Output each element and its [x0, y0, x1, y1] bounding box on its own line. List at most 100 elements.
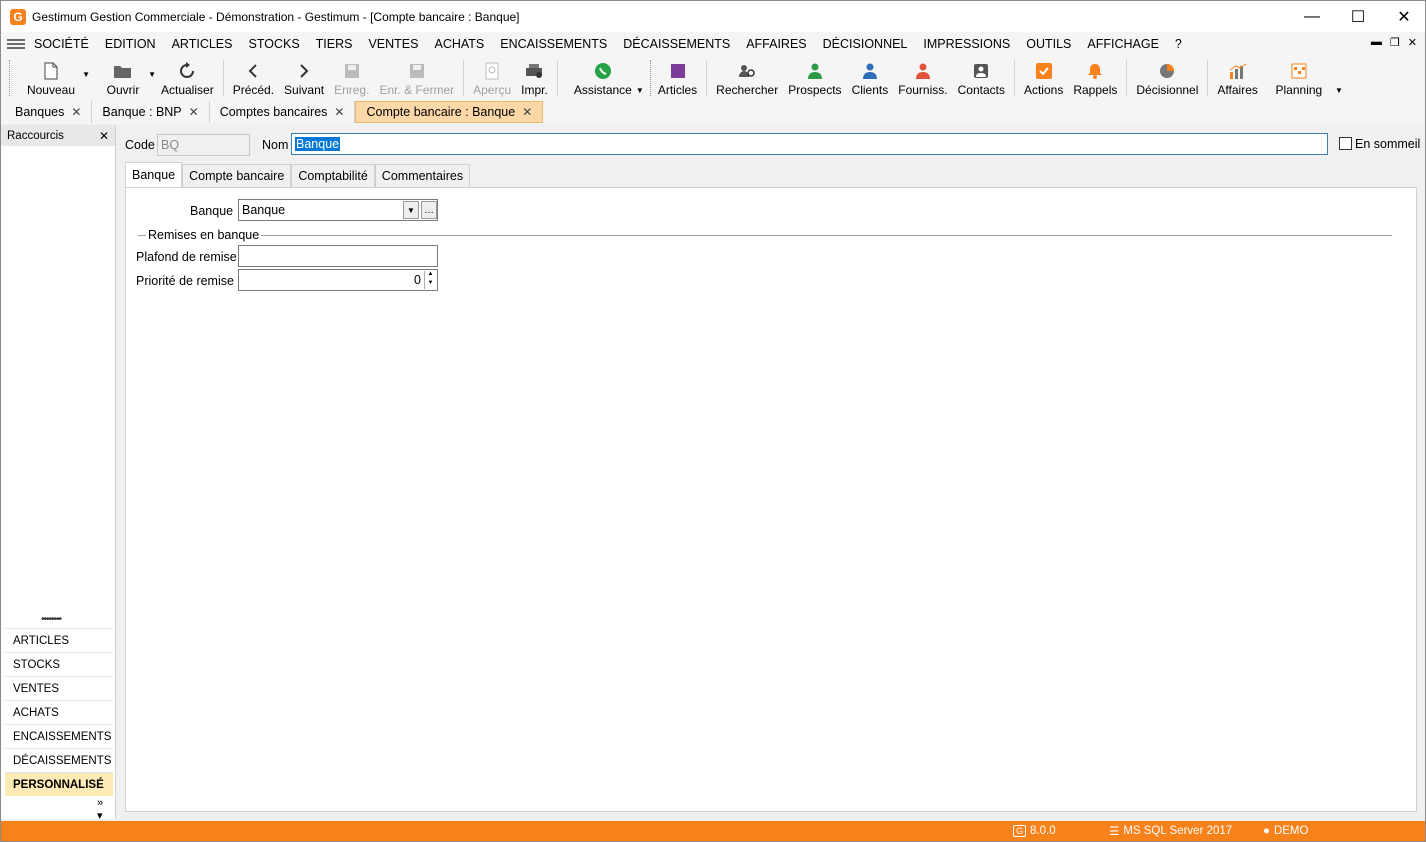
- status-version: G 8.0.0: [1013, 825, 1056, 837]
- nouveau-button[interactable]: Nouveau ▼: [12, 56, 90, 100]
- close-icon[interactable]: ✕: [522, 105, 532, 119]
- plafond-field[interactable]: [238, 245, 438, 267]
- ouvrir-dropdown-icon[interactable]: ▼: [148, 70, 156, 79]
- doc-tab-banques[interactable]: Banques ✕: [5, 101, 93, 123]
- mdi-minimize-button[interactable]: ▬: [1371, 36, 1382, 49]
- suivant-button[interactable]: Suivant: [279, 56, 329, 100]
- assistance-button[interactable]: Assistance ▼: [562, 56, 644, 100]
- menu-achats[interactable]: ACHATS: [434, 37, 484, 51]
- menu-help[interactable]: ?: [1175, 37, 1182, 51]
- apercu-button[interactable]: Aperçu: [468, 56, 516, 100]
- close-icon[interactable]: ✕: [334, 105, 344, 119]
- articles-label: Articles: [657, 83, 698, 97]
- menu-outils[interactable]: OUTILS: [1026, 37, 1071, 51]
- menu-ventes[interactable]: VENTES: [368, 37, 418, 51]
- rechercher-button[interactable]: Rechercher: [711, 56, 783, 100]
- chevron-double-right-icon[interactable]: » ▾: [97, 797, 103, 822]
- nouveau-dropdown-icon[interactable]: ▼: [82, 70, 90, 79]
- menu-decisionnel[interactable]: DÉCISIONNEL: [823, 37, 908, 51]
- nom-field[interactable]: Banque: [291, 133, 1328, 155]
- shortcut-ventes[interactable]: VENTES: [5, 676, 113, 700]
- banque-select-value: Banque: [242, 203, 286, 217]
- shortcut-achats[interactable]: ACHATS: [5, 700, 113, 724]
- menu-societe[interactable]: SOCIÉTÉ: [34, 37, 89, 51]
- status-bar: G 8.0.0 ☰ MS SQL Server 2017 ● DEMO: [1, 821, 1425, 841]
- doc-tab-compte-bancaire-banque[interactable]: Compte bancaire : Banque ✕: [355, 101, 544, 123]
- shortcuts-panel: Raccourcis ✕ •••••••• ARTICLES STOCKS VE…: [1, 125, 116, 822]
- menu-affaires[interactable]: AFFAIRES: [746, 37, 806, 51]
- clients-button[interactable]: Clients: [847, 56, 894, 100]
- toolbar-separator: [556, 60, 558, 96]
- toolbar-overflow-icon-2[interactable]: ▼: [1335, 86, 1343, 95]
- close-icon[interactable]: ✕: [189, 105, 199, 119]
- doc-tab-comptes-bancaires[interactable]: Comptes bancaires ✕: [210, 101, 356, 123]
- menu-impressions[interactable]: IMPRESSIONS: [923, 37, 1010, 51]
- planning-button[interactable]: Planning ▼: [1263, 56, 1343, 100]
- precedent-button[interactable]: Précéd.: [228, 56, 279, 100]
- stepper-up-icon[interactable]: ▲: [425, 271, 436, 280]
- ouvrir-button[interactable]: Ouvrir ▼: [90, 56, 156, 100]
- shortcut-personnalise[interactable]: PERSONNALISÉ: [5, 772, 113, 796]
- tab-commentaires[interactable]: Commentaires: [374, 164, 471, 187]
- new-document-icon: [43, 60, 59, 82]
- shortcut-encaissements[interactable]: ENCAISSEMENTS: [5, 724, 113, 748]
- doc-tab-banque-bnp[interactable]: Banque : BNP ✕: [92, 101, 210, 123]
- enregistrer-fermer-button[interactable]: Enr. & Fermer: [374, 56, 459, 100]
- doc-tab-label: Banque : BNP: [102, 105, 182, 119]
- prospects-button[interactable]: Prospects: [783, 56, 846, 100]
- splitter-handle[interactable]: ••••••••: [41, 614, 62, 625]
- toolbar-separator: [222, 60, 224, 96]
- actions-button[interactable]: Actions: [1019, 56, 1068, 100]
- menu-articles[interactable]: ARTICLES: [172, 37, 233, 51]
- priorite-stepper[interactable]: 0: [238, 269, 438, 291]
- menu-encaissements[interactable]: ENCAISSEMENTS: [500, 37, 607, 51]
- apercu-label: Aperçu: [473, 83, 512, 97]
- maximize-button[interactable]: ☐: [1335, 1, 1381, 32]
- mdi-close-button[interactable]: ✕: [1408, 36, 1417, 49]
- nom-label: Nom: [262, 138, 289, 152]
- stepper-down-icon[interactable]: ▼: [425, 280, 436, 289]
- shortcut-stocks[interactable]: STOCKS: [5, 652, 113, 676]
- menu-stocks[interactable]: STOCKS: [248, 37, 299, 51]
- affaires-button[interactable]: Affaires: [1212, 56, 1262, 100]
- toolbar-overflow-icon[interactable]: ▼: [636, 86, 644, 95]
- fournisseurs-button[interactable]: Fourniss.: [893, 56, 952, 100]
- status-server: ☰ MS SQL Server 2017: [1109, 824, 1232, 838]
- articles-button[interactable]: Articles: [653, 56, 702, 100]
- tab-banque[interactable]: Banque: [125, 162, 183, 187]
- shortcut-articles[interactable]: ARTICLES: [5, 628, 113, 652]
- actualiser-button[interactable]: Actualiser: [156, 56, 219, 100]
- code-field[interactable]: BQ: [157, 134, 250, 156]
- close-button[interactable]: ✕: [1381, 1, 1425, 32]
- ellipsis-button[interactable]: …: [421, 201, 437, 219]
- bell-icon: [1087, 60, 1103, 82]
- tab-compte-bancaire[interactable]: Compte bancaire: [182, 164, 292, 187]
- menu-affichage[interactable]: AFFICHAGE: [1087, 37, 1159, 51]
- tab-comptabilite[interactable]: Comptabilité: [291, 164, 375, 187]
- close-icon[interactable]: ✕: [99, 129, 109, 143]
- contacts-button[interactable]: Contacts: [953, 56, 1010, 100]
- supplier-person-icon: [915, 60, 930, 82]
- articles-icon: [670, 60, 685, 82]
- menu-edition[interactable]: EDITION: [105, 37, 156, 51]
- enregistrer-button[interactable]: Enreg.: [329, 56, 374, 100]
- minimize-button[interactable]: —: [1289, 1, 1335, 32]
- mdi-restore-button[interactable]: ❐: [1390, 36, 1400, 49]
- en-sommeil-checkbox[interactable]: [1339, 137, 1352, 150]
- actualiser-label: Actualiser: [161, 83, 214, 97]
- user-text: DEMO: [1273, 825, 1309, 837]
- rappels-button[interactable]: Rappels: [1068, 56, 1122, 100]
- imprimer-button[interactable]: Impr.: [516, 56, 553, 100]
- menu-decaissements[interactable]: DÉCAISSEMENTS: [623, 37, 730, 51]
- system-menu-icon[interactable]: [7, 39, 25, 49]
- shortcut-decaissements[interactable]: DÉCAISSEMENTS: [5, 748, 113, 772]
- menu-tiers[interactable]: TIERS: [316, 37, 353, 51]
- chevron-down-icon[interactable]: ▼: [403, 201, 419, 219]
- save-close-icon: [409, 60, 425, 82]
- imprimer-label: Impr.: [521, 83, 548, 97]
- decisionnel-button[interactable]: Décisionnel: [1131, 56, 1203, 100]
- toolbar-separator: [463, 60, 465, 96]
- close-icon[interactable]: ✕: [71, 105, 81, 119]
- prospect-person-icon: [807, 60, 822, 82]
- fournisseurs-label: Fourniss.: [898, 83, 948, 97]
